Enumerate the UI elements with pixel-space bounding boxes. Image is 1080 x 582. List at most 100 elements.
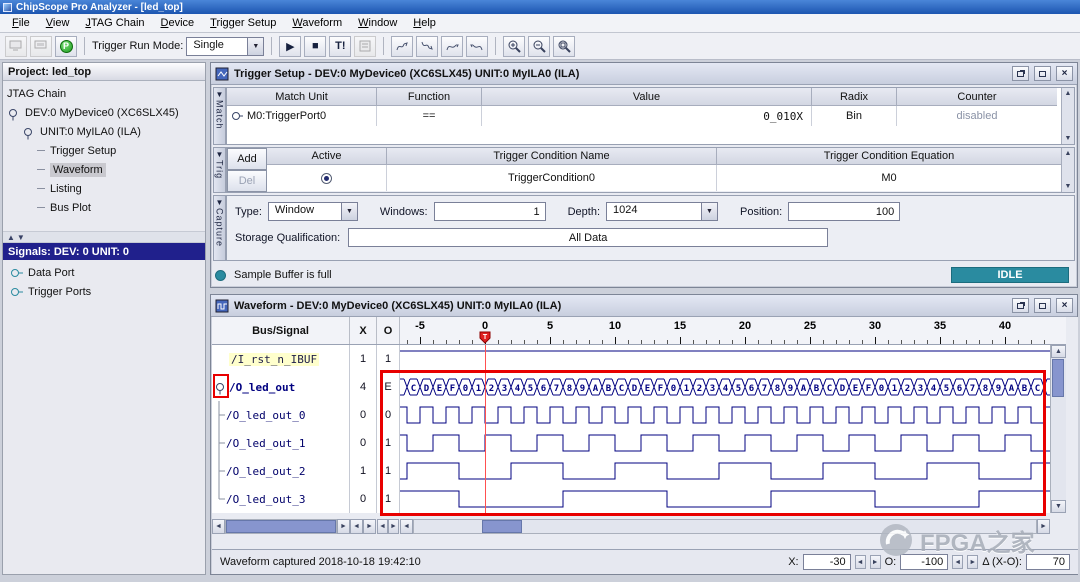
menu-view[interactable]: View [38, 15, 78, 31]
expand-toggle-icon[interactable] [230, 108, 244, 124]
depth-select[interactable]: 1024▼ [606, 202, 718, 221]
trigger-setup-title-bar[interactable]: Trigger Setup - DEV:0 MyDevice0 (XC6SLX4… [211, 63, 1077, 85]
name-column-scrollbar[interactable]: ◄ ► [212, 519, 350, 534]
active-radio[interactable] [321, 173, 332, 184]
capture-tab[interactable]: ▼Capture [213, 195, 226, 261]
run-trigger-button[interactable]: ▶ [279, 36, 301, 57]
tree-handle-icon[interactable] [7, 105, 22, 121]
scroll-down-icon[interactable]: ▼ [1065, 183, 1072, 190]
restore-window-icon[interactable] [1012, 66, 1029, 81]
menu-jtag-chain[interactable]: JTAG Chain [77, 15, 152, 31]
collapse-icon[interactable]: ▼ [216, 150, 224, 159]
close-window-icon[interactable]: × [1056, 298, 1073, 313]
position-field[interactable]: 100 [788, 202, 900, 221]
splitter-up-icon[interactable]: ▲ [7, 233, 15, 242]
tree-item-bus-plot[interactable]: Bus Plot [3, 198, 205, 217]
tree-handle-icon[interactable] [22, 124, 37, 140]
condition-name-value[interactable]: TriggerCondition0 [387, 165, 717, 191]
menu-waveform[interactable]: Waveform [284, 15, 350, 31]
tree-handle-icon[interactable] [9, 265, 24, 281]
device-status-icon[interactable]: P [55, 36, 77, 57]
splitter-down-icon[interactable]: ▼ [17, 233, 25, 242]
scroll-up-icon[interactable]: ▲ [1051, 345, 1066, 358]
menu-trigger-setup[interactable]: Trigger Setup [202, 15, 284, 31]
scroll-left-icon[interactable]: ◄ [400, 519, 413, 534]
tree-item-dev-0-mydevice0-xc6slx45-[interactable]: DEV:0 MyDevice0 (XC6SLX45) [3, 103, 205, 122]
close-window-icon[interactable]: × [1056, 66, 1073, 81]
tree-item-listing[interactable]: Listing [3, 179, 205, 198]
condition-equation-value[interactable]: M0 [717, 165, 1061, 191]
chevron-down-icon[interactable]: ▼ [247, 38, 263, 55]
scroll-right-icon[interactable]: ► [363, 519, 376, 534]
windows-field[interactable]: 1 [434, 202, 546, 221]
jtag-setup-icon[interactable] [5, 36, 27, 57]
trig-scrollbar[interactable]: ▲▼ [1061, 148, 1074, 192]
waveform-trace[interactable] [400, 345, 1050, 373]
match-radix-value[interactable]: Bin [812, 106, 897, 126]
scroll-down-icon[interactable]: ▼ [1051, 500, 1066, 513]
stop-acquisition-button[interactable]: ■ [304, 36, 326, 57]
type-select[interactable]: Window▼ [268, 202, 358, 221]
scroll-down-icon[interactable]: ▼ [1065, 135, 1072, 142]
menu-file[interactable]: File [4, 15, 38, 31]
collapse-icon[interactable]: ▼ [216, 198, 224, 207]
chevron-down-icon[interactable]: ▼ [701, 203, 717, 220]
match-function-value[interactable]: == [377, 106, 482, 126]
o-column-scroll-buttons[interactable]: ◄ ► [377, 519, 400, 534]
export-icon[interactable] [354, 36, 376, 57]
signal-name-cell[interactable]: /O_led_out [212, 373, 350, 401]
scroll-up-icon[interactable]: ▲ [1065, 90, 1072, 97]
trigger-marker-icon[interactable]: T [479, 331, 491, 344]
waveform-title-bar[interactable]: Waveform - DEV:0 MyDevice0 (XC6SLX45) UN… [211, 295, 1077, 317]
tree-item-jtag-chain[interactable]: JTAG Chain [3, 84, 205, 103]
tree-item-unit-0-myila0-ila-[interactable]: UNIT:0 MyILA0 (ILA) [3, 122, 205, 141]
signal-name-cell[interactable]: /I_rst_n_IBUF [212, 345, 350, 373]
run-mode-select[interactable]: Single ▼ [186, 37, 264, 56]
panel-splitter[interactable]: ▲ ▼ [3, 231, 205, 243]
delete-condition-button[interactable]: Del [227, 170, 267, 192]
trigger-immediate-button[interactable]: T! [329, 36, 351, 57]
disarm-trigger-icon[interactable] [416, 36, 438, 57]
match-value-field[interactable]: 0_010X [482, 106, 812, 126]
analyzer-window-icon[interactable] [30, 36, 52, 57]
zoom-area-icon[interactable] [553, 36, 575, 57]
wave-cell[interactable] [400, 345, 1050, 373]
tree-item-waveform[interactable]: Waveform [3, 160, 205, 179]
zoom-out-icon[interactable] [528, 36, 550, 57]
add-condition-button[interactable]: Add [227, 148, 267, 170]
storage-qualification-field[interactable]: All Data [348, 228, 828, 247]
restore-window-icon[interactable] [1012, 298, 1029, 313]
maximize-window-icon[interactable] [1034, 298, 1051, 313]
menu-device[interactable]: Device [153, 15, 203, 31]
trig-tab[interactable]: ▼Trig [213, 147, 226, 193]
signals-item-data-port[interactable]: Data Port [3, 263, 205, 282]
tree-handle-icon[interactable] [9, 284, 24, 300]
scroll-up-icon[interactable]: ▲ [1065, 150, 1072, 157]
match-tab[interactable]: ▼Match [213, 87, 226, 145]
match-scrollbar[interactable]: ▲▼ [1061, 88, 1074, 144]
tree-item-trigger-setup[interactable]: Trigger Setup [3, 141, 205, 160]
signal-name-cell[interactable]: /O_led_out_2 [212, 457, 350, 485]
maximize-window-icon[interactable] [1034, 66, 1051, 81]
signal-name-cell[interactable]: /O_led_out_0 [212, 401, 350, 429]
scroll-right-icon[interactable]: ► [337, 519, 350, 534]
signal-name-cell[interactable]: /O_led_out_1 [212, 429, 350, 457]
zoom-in-icon[interactable] [503, 36, 525, 57]
scroll-right-icon[interactable]: ► [388, 519, 399, 534]
time-ruler[interactable]: T -50510152025303540 [400, 317, 1050, 344]
x-column-scroll-buttons[interactable]: ◄ ► [350, 519, 377, 534]
apply-settings-icon[interactable] [441, 36, 463, 57]
signals-item-trigger-ports[interactable]: Trigger Ports [3, 282, 205, 301]
scroll-left-icon[interactable]: ◄ [350, 519, 363, 534]
x-cursor-left-icon[interactable]: ◄ [855, 555, 866, 569]
arm-trigger-icon[interactable] [391, 36, 413, 57]
menu-help[interactable]: Help [405, 15, 444, 31]
scroll-left-icon[interactable]: ◄ [377, 519, 388, 534]
match-row[interactable]: M0:TriggerPort0 == 0_010X Bin disabled [227, 106, 1074, 126]
revert-settings-icon[interactable] [466, 36, 488, 57]
chevron-down-icon[interactable]: ▼ [341, 203, 357, 220]
menu-window[interactable]: Window [350, 15, 405, 31]
vertical-scrollbar[interactable]: ▲ ▼ [1050, 345, 1066, 513]
collapse-icon[interactable]: ▼ [216, 90, 224, 99]
x-cursor-field[interactable]: -30 [803, 554, 851, 570]
